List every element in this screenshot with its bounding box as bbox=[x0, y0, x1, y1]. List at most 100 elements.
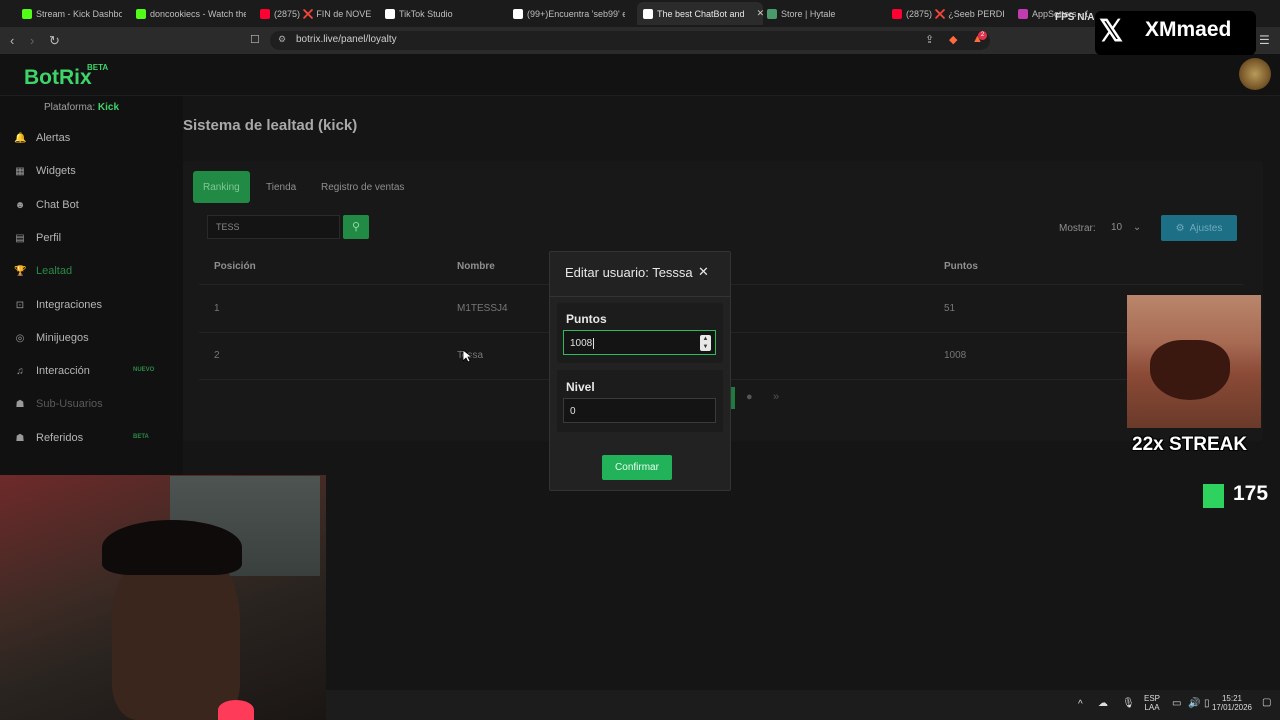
pagination-active[interactable] bbox=[731, 387, 735, 409]
row2-position: 2 bbox=[214, 350, 220, 361]
forward-icon[interactable]: › bbox=[30, 33, 34, 48]
tab-favicon-icon bbox=[22, 9, 32, 19]
battery-icon[interactable]: ▯ bbox=[1204, 698, 1210, 709]
tab-favicon-icon bbox=[767, 9, 777, 19]
back-icon[interactable]: ‹ bbox=[10, 33, 14, 48]
settings-button[interactable]: ⚙ Ajustes bbox=[1161, 215, 1237, 241]
bell-icon: 🔔 bbox=[14, 133, 27, 144]
tab-ranking[interactable]: Ranking bbox=[193, 171, 250, 203]
lang-code: ESP bbox=[1144, 694, 1161, 703]
tab-favicon-icon bbox=[1018, 9, 1028, 19]
row1-name: M1TESSJ4 bbox=[457, 303, 508, 314]
platform-indicator: Plataforma: Kick bbox=[44, 102, 119, 113]
sidebar-item-label: Widgets bbox=[36, 165, 76, 178]
sidebar-item-lealtad[interactable]: 🏆 Lealtad bbox=[14, 261, 72, 281]
tab-label: (99+)Encuentra 'seb99' en bbox=[527, 9, 625, 19]
browser-tab[interactable]: (2875) ❌ FIN de NOVELA bbox=[260, 4, 372, 24]
user-avatar[interactable] bbox=[1239, 58, 1271, 90]
address-bar: ‹ › ↻ ☐ ⚙ botrix.live/panel/loyalty ⇪ ◆ … bbox=[0, 27, 1280, 54]
pagination-last-icon[interactable]: » bbox=[773, 391, 779, 403]
sidebar-item-label: Sub-Usuarios bbox=[36, 398, 103, 411]
level-label: Nivel bbox=[566, 380, 595, 394]
reload-icon[interactable]: ↻ bbox=[49, 33, 60, 49]
sidebar-item-label: Perfil bbox=[36, 231, 62, 244]
users-icon: ☗ bbox=[15, 399, 25, 411]
tab-favicon-icon bbox=[513, 9, 523, 19]
trophy-icon: 🏆 bbox=[14, 266, 27, 278]
page-size-value: 10 bbox=[1111, 222, 1123, 233]
browser-tab[interactable]: (2875) ❌ ¿Seeb PERDI bbox=[892, 4, 1004, 24]
row1-points: 51 bbox=[944, 303, 956, 314]
notifications-icon[interactable]: ▢ bbox=[1262, 697, 1271, 708]
chevron-down-icon: ⌄ bbox=[1132, 222, 1142, 233]
tab-label: TikTok Studio bbox=[399, 9, 453, 19]
tab-registro-ventas[interactable]: Registro de ventas bbox=[311, 171, 414, 203]
sidebar-item-referidos[interactable]: ☗ Referidos bbox=[14, 428, 84, 448]
header-position: Posición bbox=[214, 261, 256, 272]
row2-points: 1008 bbox=[944, 350, 967, 361]
sidebar-item-alertas[interactable]: 🔔 Alertas bbox=[14, 128, 70, 148]
text-caret bbox=[593, 338, 595, 349]
site-settings-icon[interactable]: ⚙ bbox=[278, 34, 286, 45]
sidebar-item-sub-usuarios[interactable]: ☗ Sub-Usuarios bbox=[14, 394, 103, 414]
sidebar-item-label: Minijuegos bbox=[36, 331, 89, 344]
brave-shield-icon[interactable]: ◆ bbox=[949, 33, 957, 46]
grid-icon: ▦ bbox=[15, 166, 25, 178]
x-logo-icon: 𝕏 bbox=[1099, 15, 1124, 48]
pagination-next-icon[interactable]: ● bbox=[746, 391, 753, 403]
sidebar-item-integraciones[interactable]: ⊡ Integraciones bbox=[14, 295, 102, 315]
sidebar-item-label: Lealtad bbox=[36, 265, 73, 278]
tab-favicon-icon bbox=[385, 9, 395, 19]
stepper-down-icon[interactable]: ▼ bbox=[700, 343, 711, 351]
fps-label: FPS bbox=[1055, 12, 1075, 23]
tab-close-icon[interactable]: ✕ bbox=[757, 8, 763, 19]
plug-icon: ⊡ bbox=[15, 299, 25, 311]
browser-tab[interactable]: (99+)Encuentra 'seb99' en bbox=[513, 4, 625, 24]
share-icon[interactable]: ⇪ bbox=[925, 33, 934, 46]
stepper-up-icon[interactable]: ▲ bbox=[700, 335, 711, 343]
browser-tab[interactable]: The best ChatBot and ✕ bbox=[637, 2, 763, 25]
x-handle: XMmaed bbox=[1145, 18, 1232, 41]
input-language[interactable]: ESP LAA bbox=[1144, 694, 1160, 712]
page-size-select[interactable]: 10 ⌄ bbox=[1107, 218, 1149, 238]
kick-logo-icon bbox=[1203, 484, 1224, 508]
tray-chevron-up-icon[interactable]: ^ bbox=[1078, 699, 1083, 710]
tab-tienda[interactable]: Tienda bbox=[256, 171, 306, 203]
brand-logo[interactable]: BotRix bbox=[24, 66, 92, 90]
browser-tab[interactable]: TikTok Studio bbox=[385, 4, 485, 24]
sidebar-item-widgets[interactable]: ▦ Widgets bbox=[14, 161, 76, 181]
tab-favicon-icon bbox=[892, 9, 902, 19]
sidebar-item-interacci-n[interactable]: ♫ Interacción bbox=[14, 361, 90, 381]
microphone-icon[interactable]: 🎙 bbox=[1122, 698, 1135, 709]
browser-tab[interactable]: Store | Hytale bbox=[767, 4, 867, 24]
url-field[interactable]: ⚙ botrix.live/panel/loyalty bbox=[270, 31, 990, 50]
clock[interactable]: 15:21 17/01/2026 bbox=[1210, 694, 1254, 712]
browser-menu-icon[interactable]: ☰ bbox=[1259, 33, 1270, 47]
row1-position: 1 bbox=[214, 303, 220, 314]
people-icon: ☗ bbox=[15, 432, 25, 444]
search-button[interactable]: ⚲ bbox=[343, 215, 369, 239]
tab-label: Store | Hytale bbox=[781, 9, 836, 19]
volume-icon[interactable]: 🔊 bbox=[1188, 698, 1200, 709]
confirm-button[interactable]: Confirmar bbox=[602, 455, 672, 480]
onedrive-icon[interactable]: ☁ bbox=[1098, 698, 1108, 709]
sidebar-item-minijuegos[interactable]: ◎ Minijuegos bbox=[14, 328, 89, 348]
points-input[interactable]: 1008 bbox=[563, 330, 716, 355]
sidebar-item-label: Referidos bbox=[36, 431, 84, 444]
tab-favicon-icon bbox=[260, 9, 270, 19]
header-name: Nombre bbox=[457, 261, 495, 272]
webcam-led-light bbox=[218, 700, 254, 720]
close-icon[interactable]: ✕ bbox=[698, 264, 709, 280]
points-stepper[interactable]: ▲ ▼ bbox=[700, 335, 711, 351]
browser-tab[interactable]: Stream - Kick Dashboa bbox=[22, 4, 122, 24]
tab-label: doncookiecs - Watch the V bbox=[150, 9, 246, 19]
level-input[interactable]: 0 bbox=[563, 398, 716, 423]
sidebar-item-chat-bot[interactable]: ☻ Chat Bot bbox=[14, 195, 79, 215]
bookmark-icon[interactable]: ☐ bbox=[250, 33, 260, 46]
search-input[interactable]: TESS bbox=[207, 215, 340, 239]
show-label: Mostrar: bbox=[1059, 223, 1096, 234]
browser-tab[interactable]: doncookiecs - Watch the V bbox=[136, 4, 246, 24]
network-icon[interactable]: ▭ bbox=[1172, 698, 1181, 709]
tab-label: (2875) ❌ FIN de NOVELA bbox=[274, 8, 372, 19]
sidebar-item-perfil[interactable]: ▤ Perfil bbox=[14, 228, 61, 248]
